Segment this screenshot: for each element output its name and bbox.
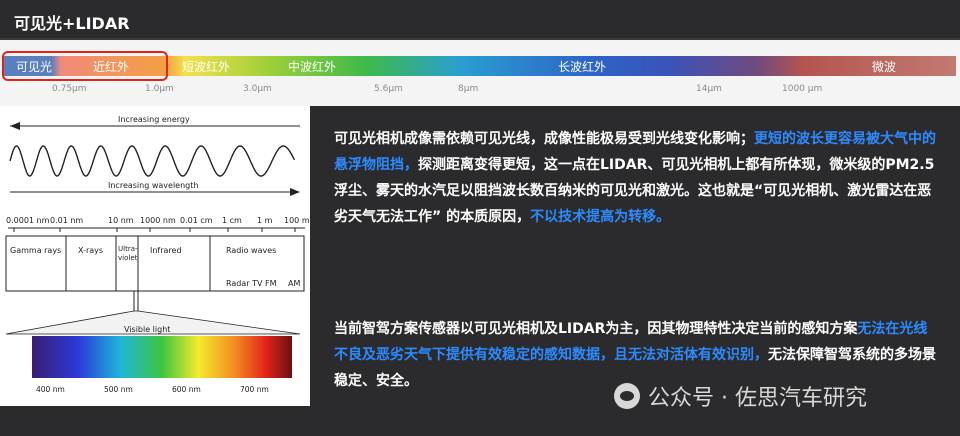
seg-short-ir: 短波红外 <box>182 60 231 74</box>
scale-tick-label: 1 cm <box>222 216 242 225</box>
tick-label: 3.0μm <box>243 84 272 94</box>
wechat-icon <box>614 383 640 409</box>
visible-light-label: Visible light <box>124 325 170 334</box>
wave-path <box>9 145 296 177</box>
scale-tick-label: 1 m <box>257 216 273 225</box>
highlight-text: 不以技术提高为转移。 <box>530 209 671 225</box>
band-radio: Radio waves <box>226 246 276 255</box>
visible-tick: 700 nm <box>240 385 269 394</box>
scale-tick-label: 100 m <box>284 216 310 225</box>
watermark: 公众号 · 佐思汽车研究 <box>614 380 867 412</box>
scale-tick-label: 0.01 cm <box>180 216 213 225</box>
wavelength-arrow-head <box>290 188 300 196</box>
scale-tick-label: 10 nm <box>108 216 134 225</box>
band-xray: X-rays <box>78 246 103 255</box>
visible-tick: 500 nm <box>104 385 133 394</box>
watermark-text: 公众号 · 佐思汽车研究 <box>648 386 867 411</box>
highlight-box <box>2 51 168 81</box>
seg-mid-ir: 中波红外 <box>288 60 337 74</box>
svg-text:violet: violet <box>118 254 138 262</box>
band-infrared: Infrared <box>150 246 182 255</box>
body-text: 当前智驾方案传感器以可见光相机及LIDAR为主，因其物理特性决定当前的感知方案 <box>334 321 858 337</box>
em-spectrum-figure: Increasing energy Increasing wavelength … <box>0 106 310 406</box>
tick-label: 8μm <box>458 84 479 94</box>
band-uv: Ultra- <box>118 245 138 253</box>
visible-tick: 400 nm <box>36 385 65 394</box>
visible-spectrum-gradient <box>32 336 292 378</box>
tick-label: 14μm <box>696 84 722 94</box>
wavelength-label: Increasing wavelength <box>108 181 198 190</box>
radio-sub-label: Radar TV FM <box>226 279 277 288</box>
paragraph-1: 可见光相机成像需依赖可见光线，成像性能极易受到光线变化影响；更短的波长更容易被大… <box>334 126 939 230</box>
tick-label: 5.6μm <box>374 84 403 94</box>
tick-label: 1000 μm <box>782 84 823 94</box>
scale-tick-label: 0.0001 nm <box>6 216 50 225</box>
tick-label: 0.75μm <box>52 84 87 94</box>
band-gamma: Gamma rays <box>10 246 61 255</box>
energy-label: Increasing energy <box>118 115 190 124</box>
seg-microwave: 微波 <box>872 60 897 74</box>
visible-tick: 600 nm <box>172 385 201 394</box>
body-text: 可见光相机成像需依赖可见光线，成像性能极易受到光线变化影响； <box>334 131 754 147</box>
scale-tick-label: 0.01 nm <box>50 216 83 225</box>
page-title: 可见光+LIDAR <box>14 14 130 33</box>
am-label: AM <box>288 279 300 288</box>
seg-long-ir: 长波红外 <box>558 60 607 74</box>
tick-label: 1.0μm <box>145 84 174 94</box>
scale-tick-label: 1000 nm <box>140 216 176 225</box>
